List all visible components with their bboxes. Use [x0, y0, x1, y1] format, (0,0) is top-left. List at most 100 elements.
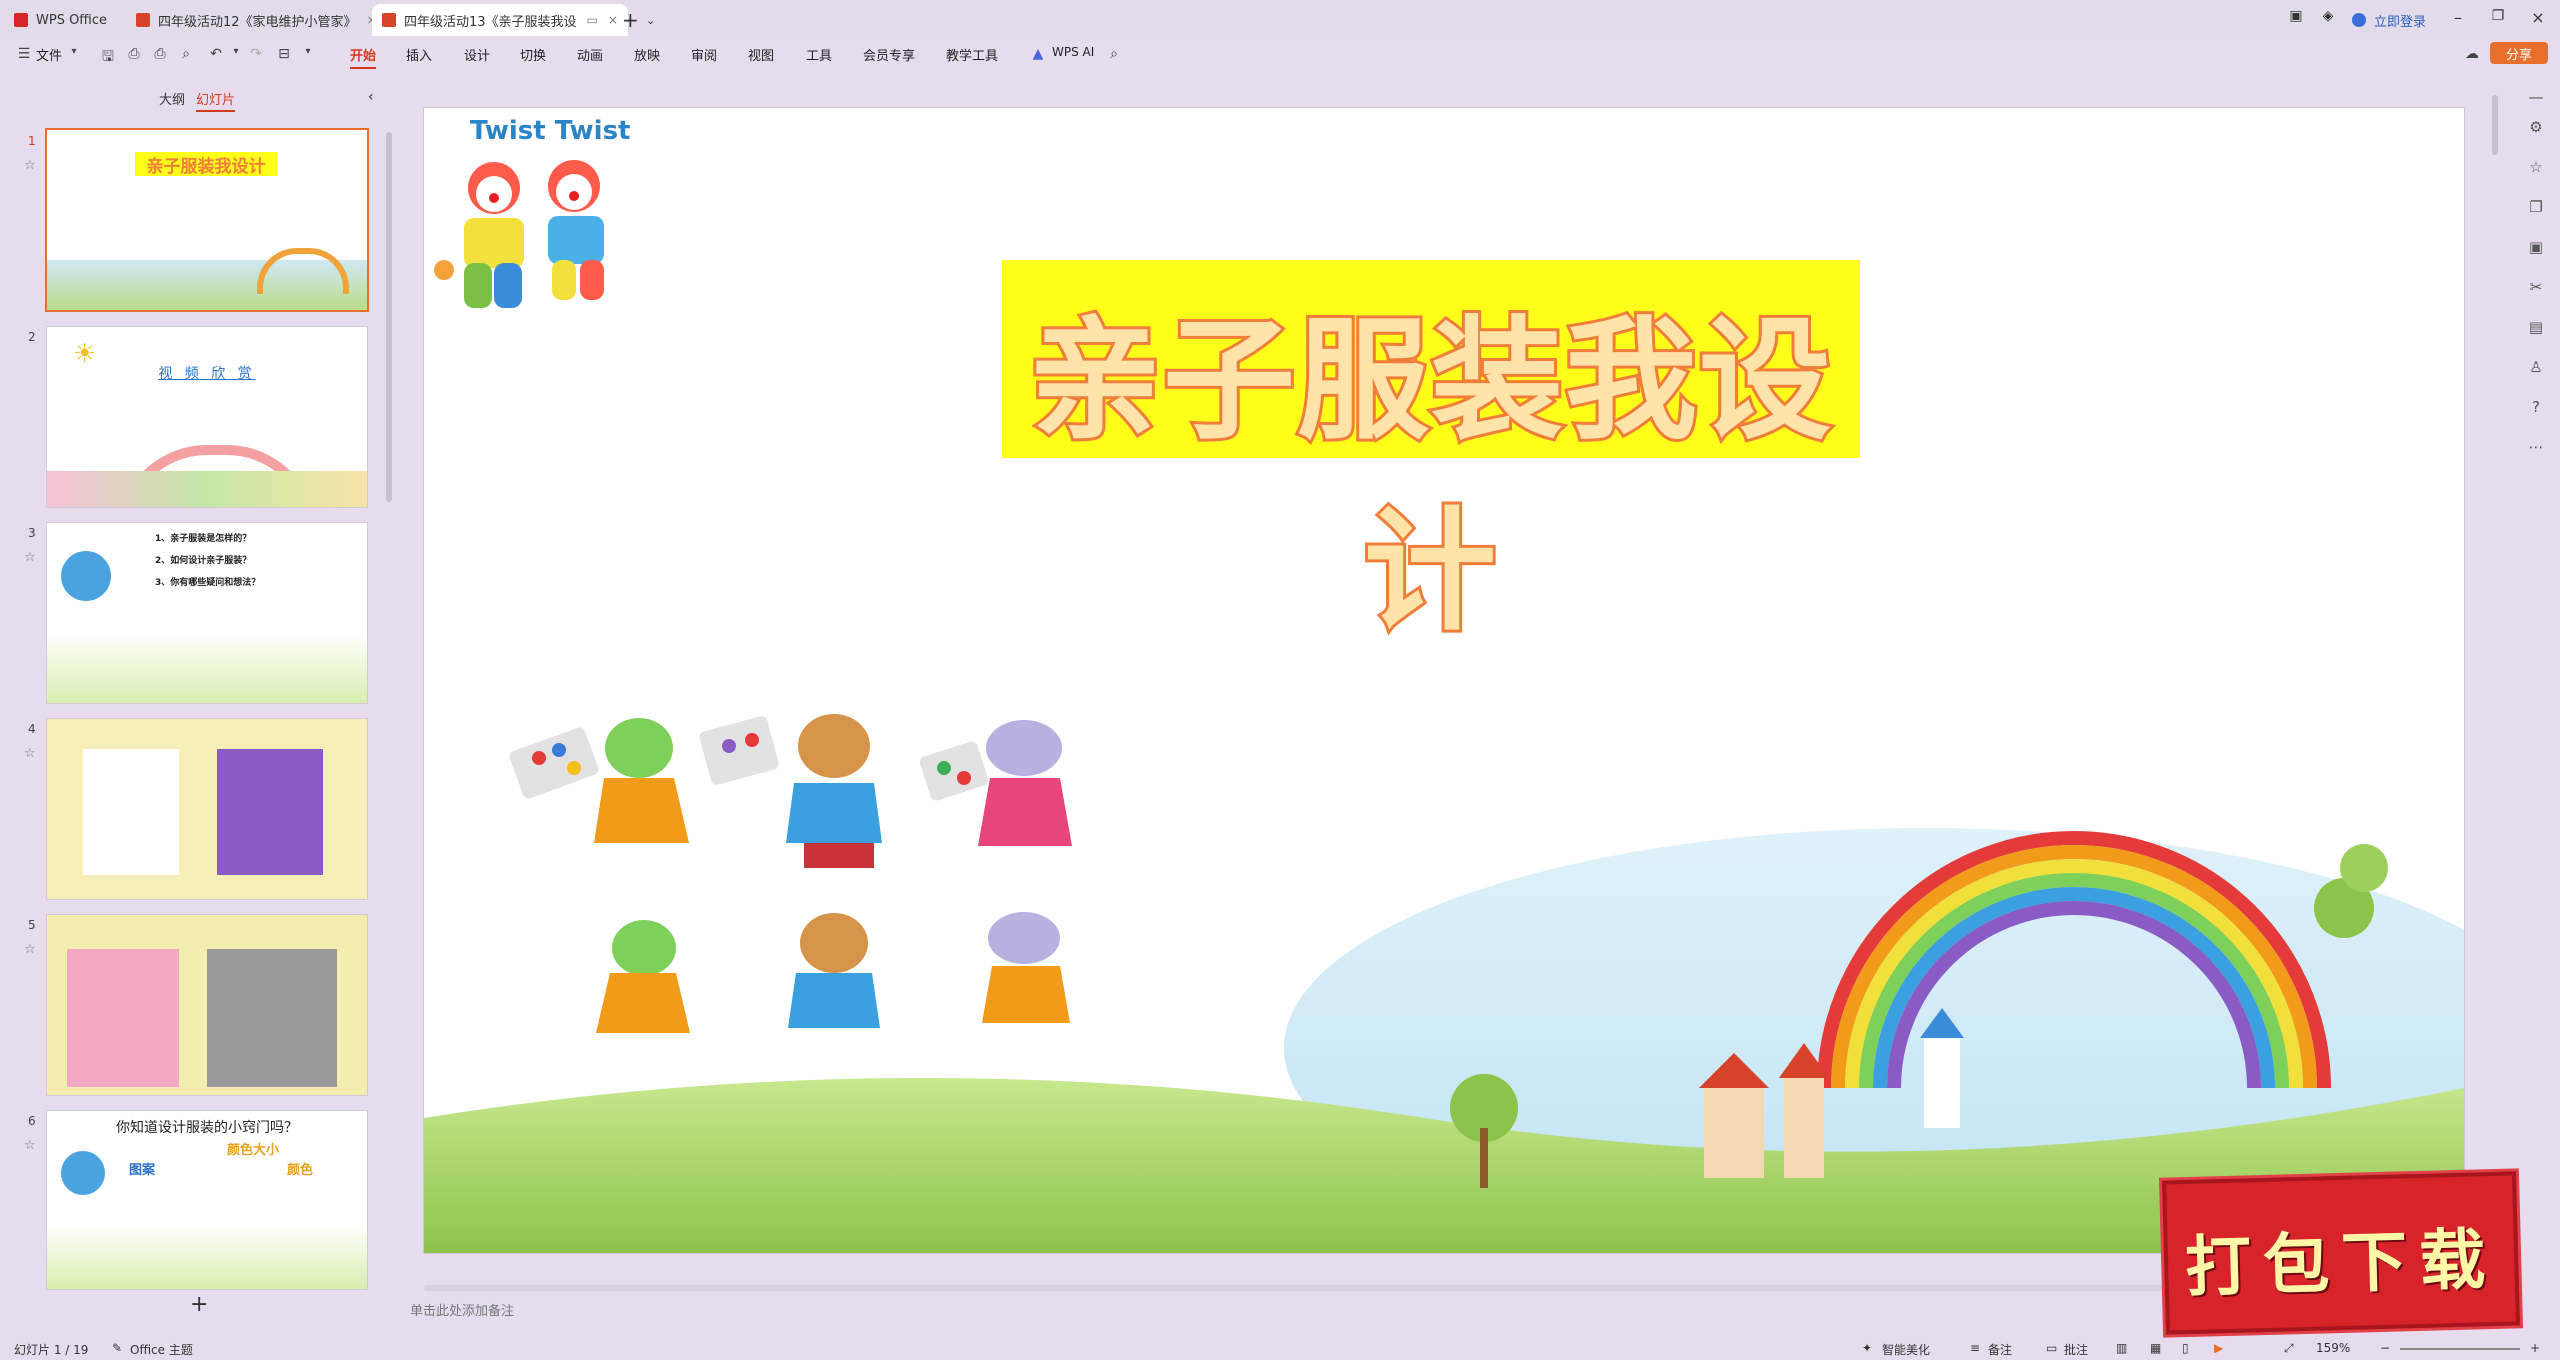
print-preview-icon[interactable]: ⌕ — [176, 46, 196, 62]
collapse-rail-icon[interactable]: — — [2526, 88, 2546, 106]
thumbnail-scrollbar[interactable] — [386, 132, 392, 502]
star-icon[interactable]: ☆ — [24, 746, 36, 761]
settings-sliders-icon[interactable]: ⚙ — [2526, 118, 2546, 136]
reading-view-icon[interactable]: ▯ — [2182, 1341, 2189, 1355]
menu-tools[interactable]: 工具 — [806, 45, 832, 64]
star-icon[interactable]: ☆ — [2526, 158, 2546, 176]
wps-logo-icon — [14, 13, 28, 27]
comment-icon: ▭ — [2046, 1341, 2058, 1355]
star-icon[interactable]: ☆ — [24, 158, 36, 173]
image-icon[interactable]: ▣ — [2526, 238, 2546, 256]
slide-thumbnail-pane: 大纲 幻灯片 ‹ 1 ☆ 亲子服装我设计 2 ☀ 视 频 欣 赏 3 ☆ 1、亲… — [0, 76, 392, 1336]
thumb-title: 你知道设计服装的小窍门吗？ — [116, 1120, 298, 1136]
menu-transition[interactable]: 切换 — [520, 45, 546, 64]
normal-view-icon[interactable]: ▥ — [2116, 1341, 2127, 1355]
menu-animation[interactable]: 动画 — [577, 45, 603, 64]
chevron-down-icon[interactable]: ⌄ — [646, 4, 655, 36]
menu-insert[interactable]: 插入 — [406, 45, 432, 64]
redo-icon[interactable]: ↷ — [246, 46, 266, 62]
family-photo — [207, 949, 337, 1087]
menu-view[interactable]: 视图 — [748, 45, 774, 64]
slide-thumbnail-5[interactable] — [46, 914, 368, 1096]
notes-placeholder[interactable]: 单击此处添加备注 — [410, 1300, 514, 1319]
tab-document-13[interactable]: 四年级活动13《亲子服装我设 ▭ × — [372, 4, 628, 36]
chevron-down-icon[interactable]: ▾ — [226, 46, 246, 57]
collapse-pane-icon[interactable]: ‹ — [368, 89, 374, 105]
cube-icon[interactable]: ◈ — [2314, 8, 2342, 24]
chevron-down-icon[interactable]: ▾ — [64, 46, 84, 57]
zoom-level[interactable]: 159% — [2316, 1341, 2350, 1355]
copy-icon[interactable]: ❐ — [2526, 198, 2546, 216]
cloud-icon[interactable]: ☁ — [2462, 46, 2482, 62]
search-icon[interactable]: ⌕ — [1104, 46, 1124, 62]
hamburger-icon[interactable]: ☰ — [14, 46, 34, 62]
add-slide-button[interactable]: + — [190, 1292, 208, 1317]
rainbow-icon — [257, 248, 349, 294]
slide-title[interactable]: 亲子服装我设计 — [1002, 274, 1860, 656]
tools-icon[interactable]: ✂ — [2526, 278, 2546, 296]
notes-button[interactable]: 备注 — [1988, 1341, 2012, 1358]
book-icon[interactable]: ▤ — [2526, 318, 2546, 336]
close-tab-icon[interactable]: × — [608, 13, 618, 27]
print-icon[interactable]: ⎙ — [150, 46, 170, 62]
slide-thumbnail-2[interactable]: ☀ 视 频 欣 赏 — [46, 326, 368, 508]
slide-canvas[interactable]: Twist Twist 亲子服装我设计 — [424, 108, 2464, 1253]
zoom-slider[interactable] — [2400, 1348, 2520, 1350]
star-icon[interactable]: ☆ — [24, 1138, 36, 1153]
tab-outline[interactable]: 大纲 — [159, 89, 185, 108]
menu-slideshow[interactable]: 放映 — [634, 45, 660, 64]
menu-design[interactable]: 设计 — [464, 45, 490, 64]
zoom-out-icon[interactable]: − — [2380, 1341, 2390, 1355]
menu-teaching-tools[interactable]: 教学工具 — [946, 45, 998, 64]
share-button[interactable]: 分享 — [2490, 42, 2548, 64]
slide-thumbnail-4[interactable] — [46, 718, 368, 900]
undo-icon[interactable]: ↶ — [206, 46, 226, 62]
theme-label[interactable]: Office 主题 — [130, 1341, 193, 1358]
help-icon[interactable]: ? — [2526, 398, 2546, 416]
wps-ai-button[interactable]: WPS AI — [1052, 45, 1094, 59]
download-badge[interactable]: 打包下载 — [2162, 1171, 2520, 1335]
minimize-icon[interactable]: – — [2444, 8, 2472, 27]
tab-document-12[interactable]: 四年级活动12《家电维护小管家》 × — [136, 4, 377, 36]
theme-icon: ✎ — [112, 1341, 123, 1355]
comments-button[interactable]: 批注 — [2064, 1341, 2088, 1358]
thumb-number: 3 — [28, 526, 36, 540]
menu-review[interactable]: 审阅 — [691, 45, 717, 64]
export-pdf-icon[interactable]: ⎙ — [124, 46, 144, 62]
restore-icon[interactable]: ❐ — [2484, 8, 2512, 24]
thumb-title: 亲子服装我设计 — [146, 157, 266, 177]
thumb-number: 4 — [28, 722, 36, 736]
menu-home[interactable]: 开始 — [350, 45, 377, 69]
play-icon[interactable]: ▶ — [2214, 1341, 2223, 1355]
vertical-scrollbar[interactable] — [2492, 95, 2498, 155]
shirt-icon[interactable]: ♙ — [2526, 358, 2546, 376]
tab-slides[interactable]: 幻灯片 — [196, 89, 236, 112]
user-icon — [2352, 13, 2366, 27]
chevron-down-icon[interactable]: ▾ — [298, 46, 318, 57]
login-button[interactable]: 立即登录 — [2352, 4, 2426, 36]
monitor-icon[interactable]: ▭ — [587, 13, 598, 27]
close-icon[interactable]: × — [2524, 8, 2552, 27]
menu-member[interactable]: 会员专享 — [863, 45, 915, 64]
fit-icon[interactable]: ⤢ — [2284, 1341, 2294, 1356]
slide-thumbnail-1[interactable]: 亲子服装我设计 — [45, 128, 369, 312]
horizontal-scrollbar[interactable] — [424, 1285, 2464, 1291]
grid-view-icon[interactable]: ▦ — [2150, 1341, 2161, 1355]
tab-wps-office[interactable]: WPS Office — [14, 4, 107, 36]
family-photo — [67, 949, 179, 1087]
slide-thumbnail-3[interactable]: 1、亲子服装是怎样的？ 2、如何设计亲子服装？ 3、你有哪些疑问和想法？ — [46, 522, 368, 704]
star-icon[interactable]: ☆ — [24, 942, 36, 957]
save-icon[interactable]: 🖫 — [98, 46, 118, 70]
format-painter-icon[interactable]: ⊟ — [274, 46, 294, 62]
star-icon[interactable]: ☆ — [24, 550, 36, 565]
slide-thumbnail-6[interactable]: 你知道设计服装的小窍门吗？ 图案 颜色大小 颜色 — [46, 1110, 368, 1290]
ppt-file-icon — [382, 13, 396, 27]
beautify-button[interactable]: 智能美化 — [1882, 1341, 1930, 1358]
file-menu[interactable]: 文件 — [36, 45, 62, 64]
zoom-in-icon[interactable]: + — [2530, 1341, 2540, 1355]
window-layout-icon[interactable]: ▣ — [2282, 8, 2310, 24]
new-tab-button[interactable]: + — [622, 4, 639, 36]
tab-label: 四年级活动12《家电维护小管家》 — [158, 14, 357, 30]
notes-icon: ≡ — [1970, 1341, 1981, 1355]
more-icon[interactable]: ⋯ — [2526, 438, 2546, 456]
